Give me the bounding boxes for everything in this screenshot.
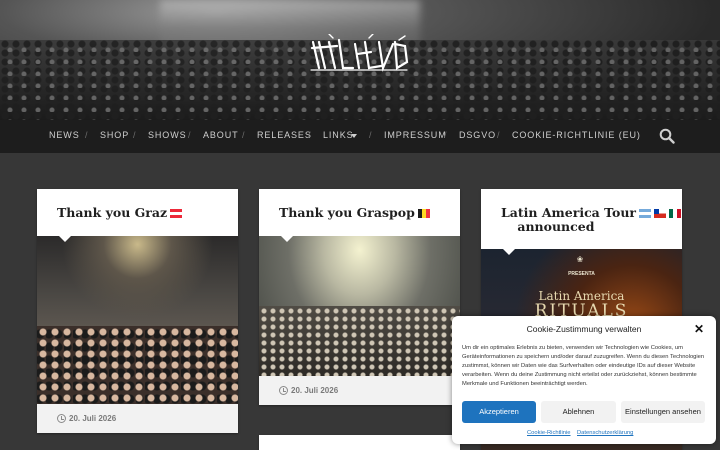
cookie-consent-dialog: Cookie-Zustimmung verwalten ✕ Um dir ein… [452,316,716,444]
post-image-graz-crowd[interactable] [37,236,238,404]
clock-icon [279,386,288,395]
nav-item-dsgvo[interactable]: DSGVO [459,130,496,140]
flag-austria-icon [170,209,183,218]
card-pointer [281,236,293,242]
post-meta: 20. Juli 2026 [37,404,238,433]
nav-item-releases[interactable]: RELEASES [257,130,312,140]
clock-icon [57,414,66,423]
band-logo[interactable] [309,34,411,74]
nav-item-impressum[interactable]: IMPRESSUM [384,130,447,140]
post-title[interactable]: Thank you Graz [57,206,183,220]
post-image-graspop-crowd[interactable] [259,236,460,376]
flag-argentina-icon [639,209,652,218]
card-pointer [503,249,515,255]
nav-item-shows[interactable]: SHOWS [148,130,187,140]
nav-separator: / [444,130,447,140]
caret-down-icon[interactable] [351,134,357,138]
nav-separator: / [369,130,372,140]
post-date[interactable]: 20. Juli 2026 [291,386,338,395]
crowd-photo [37,326,238,404]
privacy-policy-link[interactable]: Datenschutzerklärung [577,430,633,436]
view-preferences-button[interactable]: Einstellungen ansehen [621,401,705,423]
nav-item-cookie-richtlinie[interactable]: COOKIE-RICHTLINIE (EU) [512,130,641,140]
flag-colombia-icon [501,223,513,232]
poster-presenter: PRESENTA [568,271,595,277]
cookie-policy-link[interactable]: Cookie-Richtlinie [527,430,571,436]
flag-mexico-icon [669,209,682,218]
post-card[interactable] [259,435,460,450]
flag-chile-icon [654,209,667,218]
nav-separator: / [133,130,136,140]
header-hero-image [0,0,720,120]
post-meta: 20. Juli 2026 [259,376,460,405]
nav-item-links[interactable]: LINKS [323,130,354,140]
nav-separator: / [308,130,311,140]
cookie-dialog-title: Cookie-Zustimmung verwalten [526,324,642,334]
post-date[interactable]: 20. Juli 2026 [69,414,116,423]
nav-separator: / [85,130,88,140]
poster-logo: ❀ [576,255,584,264]
flag-belgium-icon [417,209,430,218]
card-pointer [59,236,71,242]
post-card[interactable]: Thank you Graspop 20. Juli 2026 [259,189,460,405]
nav-item-news[interactable]: NEWS [49,130,80,140]
main-navigation: NEWS / SHOP / SHOWS / ABOUT / RELEASES /… [0,120,720,153]
nav-item-about[interactable]: ABOUT [203,130,239,140]
deny-button[interactable]: Ablehnen [541,401,616,423]
nav-separator: / [242,130,245,140]
post-title[interactable]: Latin America Tour announced [501,206,682,234]
nav-item-shop[interactable]: SHOP [100,130,129,140]
nav-separator: / [497,130,500,140]
post-title[interactable]: Thank you Graspop [279,206,430,220]
close-icon[interactable]: ✕ [694,322,704,336]
post-card[interactable]: Thank you Graz 20. Juli 2026 [37,189,238,433]
nav-separator: / [188,130,191,140]
accept-button[interactable]: Akzeptieren [462,401,536,423]
search-icon[interactable] [659,128,675,144]
cookie-dialog-text: Um dir ein optimales Erlebnis zu bieten,… [462,345,705,387]
crowd-photo [259,306,460,376]
